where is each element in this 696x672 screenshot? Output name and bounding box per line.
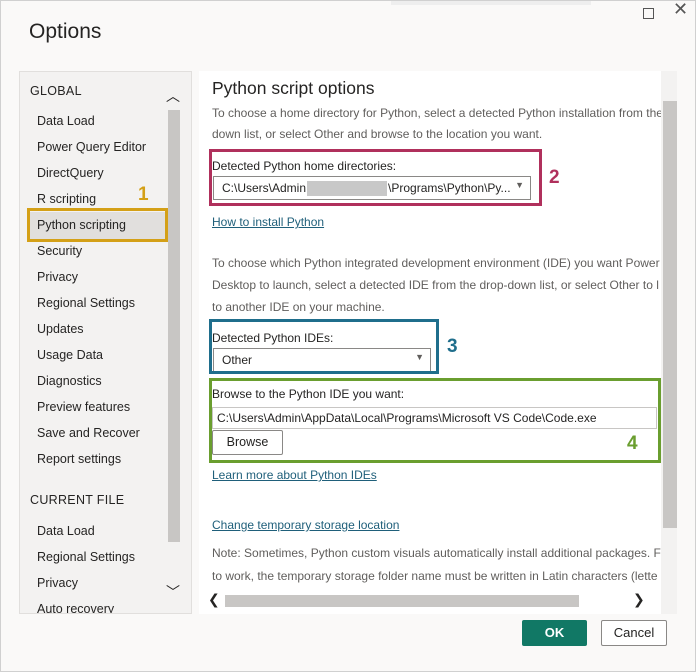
nav-item-usage-data[interactable]: Usage Data xyxy=(37,348,103,362)
nav-item-data-load[interactable]: Data Load xyxy=(37,114,95,128)
nav-heading-global: GLOBAL xyxy=(30,84,82,98)
storage-location-link[interactable]: Change temporary storage location xyxy=(212,518,399,532)
intro-text-line1: To choose a home directory for Python, s… xyxy=(212,106,663,120)
annotation-number-2: 2 xyxy=(549,167,560,188)
nav-item-security[interactable]: Security xyxy=(37,244,82,258)
nav-item-r-scripting[interactable]: R scripting xyxy=(37,192,96,206)
page-title: Python script options xyxy=(212,78,375,98)
nav-item-privacy[interactable]: Privacy xyxy=(37,270,78,284)
nav-heading-current-file: CURRENT FILE xyxy=(30,493,125,507)
close-icon[interactable]: ✕ xyxy=(673,0,688,18)
learn-ides-link[interactable]: Learn more about Python IDEs xyxy=(212,468,377,482)
nav-item-directquery[interactable]: DirectQuery xyxy=(37,166,104,180)
nav-item-report-settings[interactable]: Report settings xyxy=(37,452,121,466)
pane-horizontal-scrollbar-thumb[interactable] xyxy=(225,595,579,607)
titlebar-strip xyxy=(391,1,591,5)
ide-text-line2: Desktop to launch, select a detected IDE… xyxy=(212,278,659,292)
nav-item-cf-data-load[interactable]: Data Load xyxy=(37,524,95,538)
ide-text-line3: to another IDE on your machine. xyxy=(212,300,385,314)
nav-item-cf-auto-recovery[interactable]: Auto recovery xyxy=(37,602,114,613)
annotation-number-1: 1 xyxy=(138,184,149,205)
intro-text-line2: down list, or select Other and browse to… xyxy=(212,127,543,141)
dialog-title: Options xyxy=(29,20,102,43)
nav-item-preview-features[interactable]: Preview features xyxy=(37,400,130,414)
note-line2: to work, the temporary storage folder na… xyxy=(212,569,658,583)
annotation-box-3 xyxy=(209,319,439,374)
pane-vertical-scrollbar-thumb[interactable] xyxy=(663,101,677,528)
annotation-number-4: 4 xyxy=(627,433,638,454)
annotation-box-4 xyxy=(209,378,661,463)
nav-item-updates[interactable]: Updates xyxy=(37,322,84,336)
nav-item-save-and-recover[interactable]: Save and Recover xyxy=(37,426,140,440)
annotation-box-2 xyxy=(209,149,542,206)
install-python-link[interactable]: How to install Python xyxy=(212,215,324,229)
cancel-button[interactable]: Cancel xyxy=(601,620,667,646)
ide-text-line1: To choose which Python integrated develo… xyxy=(212,256,660,270)
ok-button[interactable]: OK xyxy=(522,620,587,646)
nav-item-cf-privacy[interactable]: Privacy xyxy=(37,576,78,590)
maximize-icon[interactable] xyxy=(643,8,654,19)
scroll-right-icon[interactable]: ❯ xyxy=(633,591,645,608)
nav-item-regional-settings[interactable]: Regional Settings xyxy=(37,296,135,310)
nav-item-power-query-editor[interactable]: Power Query Editor xyxy=(37,140,146,154)
nav-scrollbar-thumb[interactable] xyxy=(168,110,180,542)
annotation-box-1 xyxy=(27,208,168,242)
options-nav: GLOBAL Data Load Power Query Editor Dire… xyxy=(19,71,192,614)
options-dialog: ✕ Options GLOBAL Data Load Power Query E… xyxy=(0,0,696,672)
nav-scroll-up-icon[interactable]: ︿ xyxy=(166,86,180,106)
note-line1: Note: Sometimes, Python custom visuals a… xyxy=(212,546,668,560)
scroll-left-icon[interactable]: ❮ xyxy=(208,591,220,608)
nav-item-diagnostics[interactable]: Diagnostics xyxy=(37,374,102,388)
nav-item-cf-regional-settings[interactable]: Regional Settings xyxy=(37,550,135,564)
annotation-number-3: 3 xyxy=(447,336,458,357)
nav-scroll-down-icon[interactable]: ﹀ xyxy=(166,582,180,602)
